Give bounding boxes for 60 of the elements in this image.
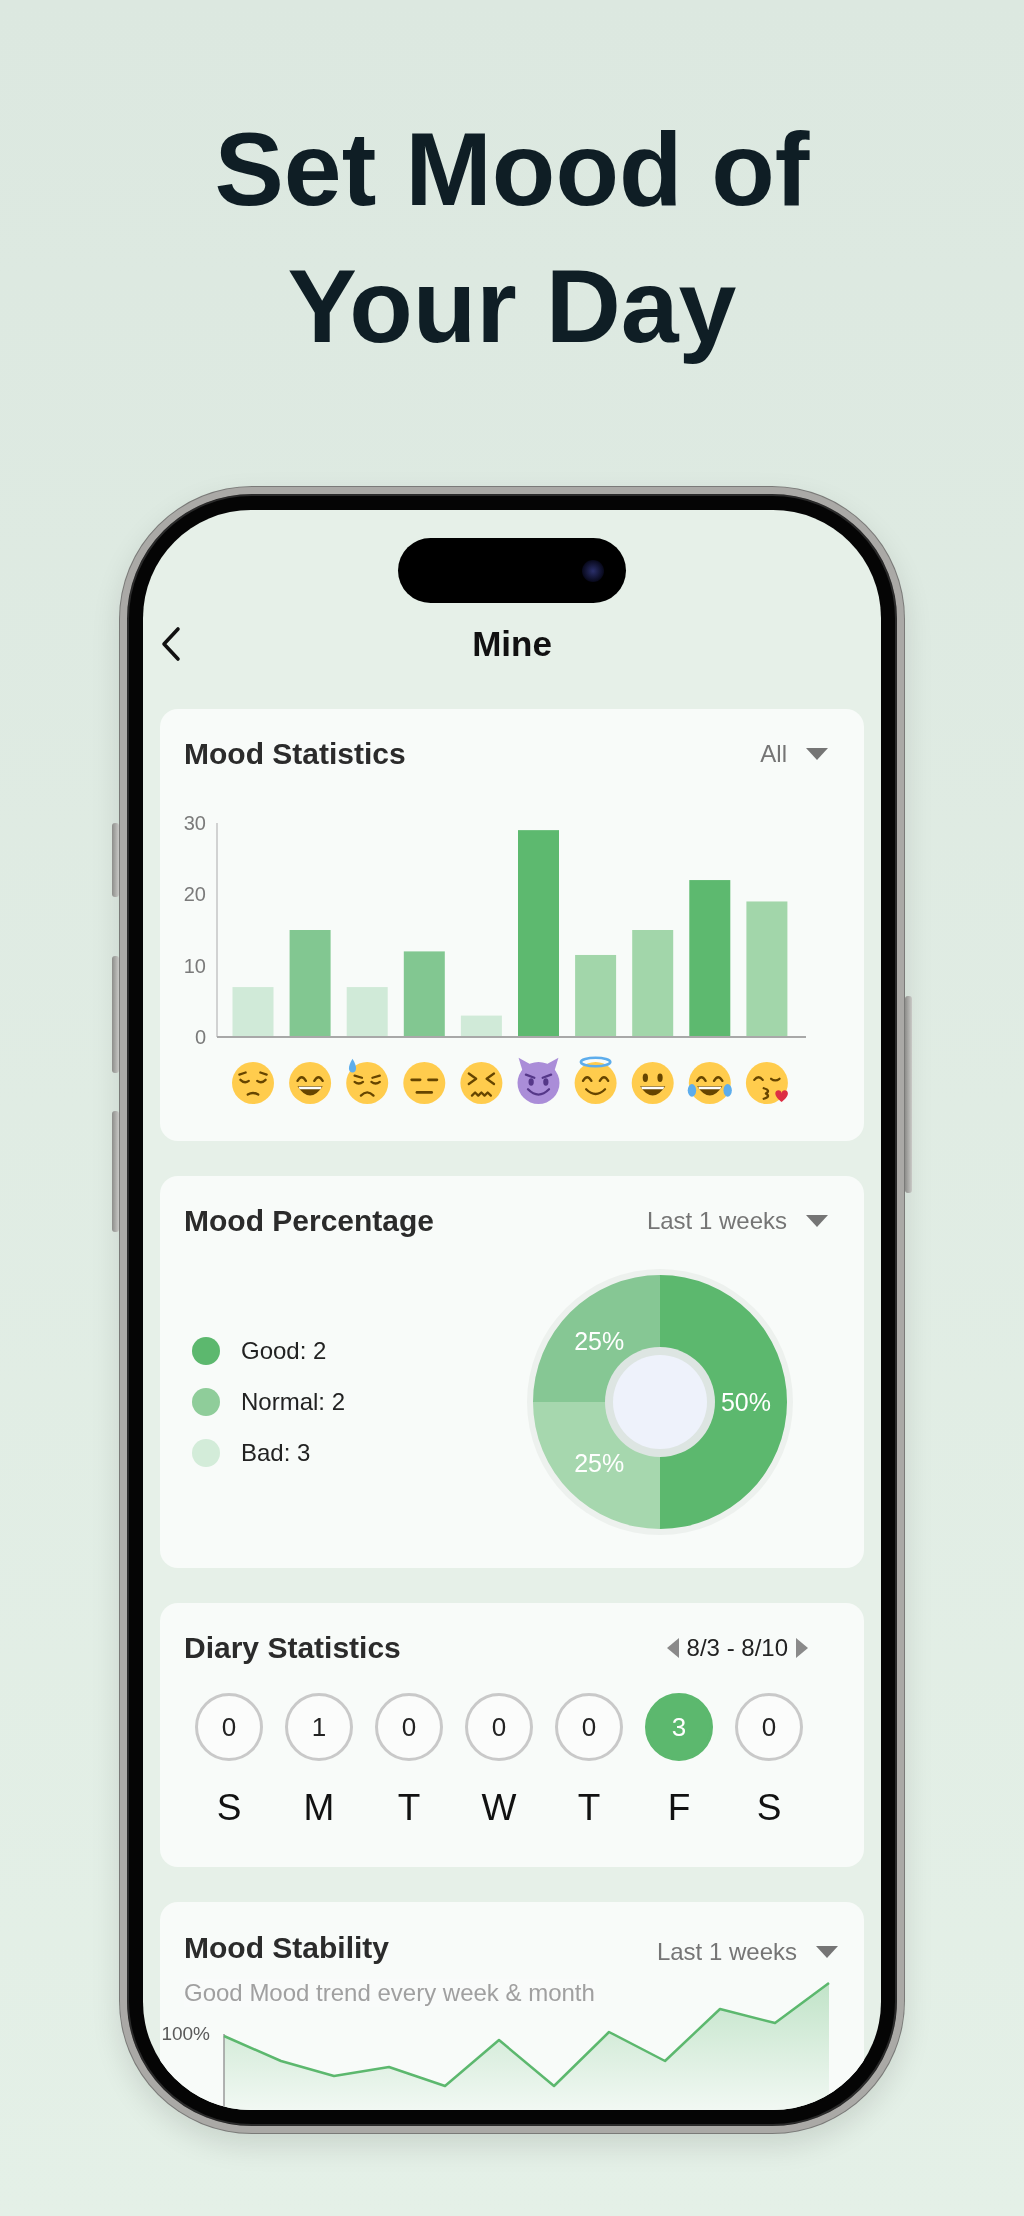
filter-dropdown[interactable]: Last 1 weeks xyxy=(646,1206,828,1236)
day-count: 3 xyxy=(645,1693,713,1761)
devil-face-icon xyxy=(517,1057,560,1104)
card-title: Mood Statistics xyxy=(184,736,406,772)
page-title: Mine xyxy=(471,624,553,664)
caret-down-icon xyxy=(806,748,828,760)
sweating-face-icon xyxy=(346,1058,389,1104)
filter-dropdown[interactable]: Last 1 weeks xyxy=(656,1937,838,1967)
card-title: Mood Percentage xyxy=(184,1203,435,1239)
y-tick-label: 20 xyxy=(183,883,206,906)
halo-face-icon xyxy=(574,1056,617,1104)
day-label: M xyxy=(303,1788,335,1828)
camera-icon xyxy=(582,559,604,582)
caret-down-icon xyxy=(816,1946,838,1958)
day-label: F xyxy=(667,1788,691,1828)
day-count: 0 xyxy=(735,1693,803,1761)
day-count: 1 xyxy=(285,1693,353,1761)
card-title: Diary Statistics xyxy=(184,1630,401,1666)
day-label: W xyxy=(481,1788,517,1828)
back-button[interactable] xyxy=(159,626,183,662)
caret-left-icon[interactable] xyxy=(666,1638,679,1658)
y-tick-label: 30 xyxy=(183,812,206,834)
side-button[interactable] xyxy=(112,823,119,897)
day-label: S xyxy=(216,1788,242,1828)
laughing-tears-face-icon xyxy=(687,1062,732,1104)
day-count: 0 xyxy=(465,1693,533,1761)
chart-bar xyxy=(346,987,388,1037)
y-tick-label: 10 xyxy=(183,954,206,977)
pensive-face-icon xyxy=(232,1062,274,1104)
legend-label: Good: 2 xyxy=(241,1336,327,1366)
side-button[interactable] xyxy=(112,1111,119,1232)
side-button[interactable] xyxy=(905,996,912,1193)
caret-right-icon[interactable] xyxy=(796,1638,808,1658)
day-label: T xyxy=(397,1788,421,1828)
slice-label: 25% xyxy=(574,1448,625,1477)
expressionless-face-icon xyxy=(403,1062,446,1104)
day-label: S xyxy=(756,1788,782,1828)
chart-bar xyxy=(232,987,274,1037)
chart-bar xyxy=(460,1015,502,1037)
day-count: 0 xyxy=(555,1693,623,1761)
legend-label: Normal: 2 xyxy=(241,1387,346,1417)
y-tick-label: 100% xyxy=(161,2023,210,2044)
grinning-face-icon xyxy=(289,1062,332,1104)
caret-down-icon xyxy=(806,1215,828,1227)
date-range: 8/3 - 8/10 xyxy=(686,1633,788,1663)
kissing-face-icon xyxy=(745,1062,788,1104)
side-button[interactable] xyxy=(112,956,119,1073)
slice-label: 25% xyxy=(574,1327,625,1356)
confounded-face-icon xyxy=(460,1062,503,1104)
slice-label: 50% xyxy=(721,1388,771,1416)
legend-label: Bad: 3 xyxy=(241,1438,311,1468)
day-count: 0 xyxy=(375,1693,443,1761)
card-title: Mood Stability xyxy=(184,1930,389,1966)
headline: Set Mood of Your Day xyxy=(213,110,811,366)
y-tick-label: 0 xyxy=(194,1026,206,1048)
smiley-face-icon xyxy=(631,1062,674,1104)
filter-dropdown[interactable]: All xyxy=(760,739,828,769)
day-count: 0 xyxy=(195,1693,263,1761)
chevron-left-icon xyxy=(159,626,183,662)
day-label: T xyxy=(577,1788,601,1828)
